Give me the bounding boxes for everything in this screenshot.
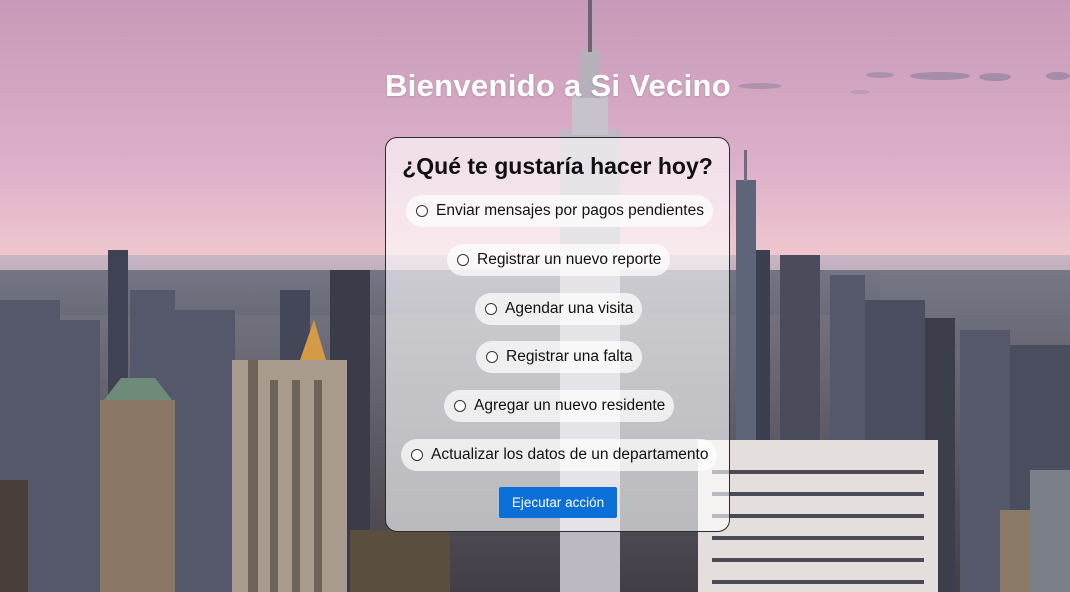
radio-button[interactable] [457, 254, 469, 266]
radio-button[interactable] [485, 303, 497, 315]
radio-button[interactable] [416, 205, 428, 217]
option-registrar-falta[interactable]: Registrar una falta [476, 341, 642, 373]
option-registrar-reporte[interactable]: Registrar un nuevo reporte [447, 244, 671, 276]
option-agregar-residente[interactable]: Agregar un nuevo residente [444, 390, 675, 422]
option-label: Registrar una falta [506, 348, 633, 365]
option-label: Agregar un nuevo residente [474, 397, 666, 414]
option-label: Actualizar los datos de un departamento [431, 446, 709, 463]
radio-button[interactable] [411, 449, 423, 461]
action-panel: ¿Qué te gustaría hacer hoy? Enviar mensa… [385, 137, 730, 532]
option-enviar-mensajes[interactable]: Enviar mensajes por pagos pendientes [406, 195, 713, 227]
option-label: Enviar mensajes por pagos pendientes [436, 202, 704, 219]
radio-button[interactable] [486, 351, 498, 363]
page-title: Bienvenido a Si Vecino [385, 68, 731, 103]
option-agendar-visita[interactable]: Agendar una visita [475, 293, 643, 325]
option-label: Registrar un nuevo reporte [477, 251, 662, 268]
panel-question: ¿Qué te gustaría hacer hoy? [402, 153, 713, 179]
execute-action-button[interactable]: Ejecutar acción [499, 487, 617, 518]
radio-button[interactable] [454, 400, 466, 412]
option-label: Agendar una visita [505, 300, 634, 317]
option-actualizar-departamento[interactable]: Actualizar los datos de un departamento [401, 439, 718, 471]
